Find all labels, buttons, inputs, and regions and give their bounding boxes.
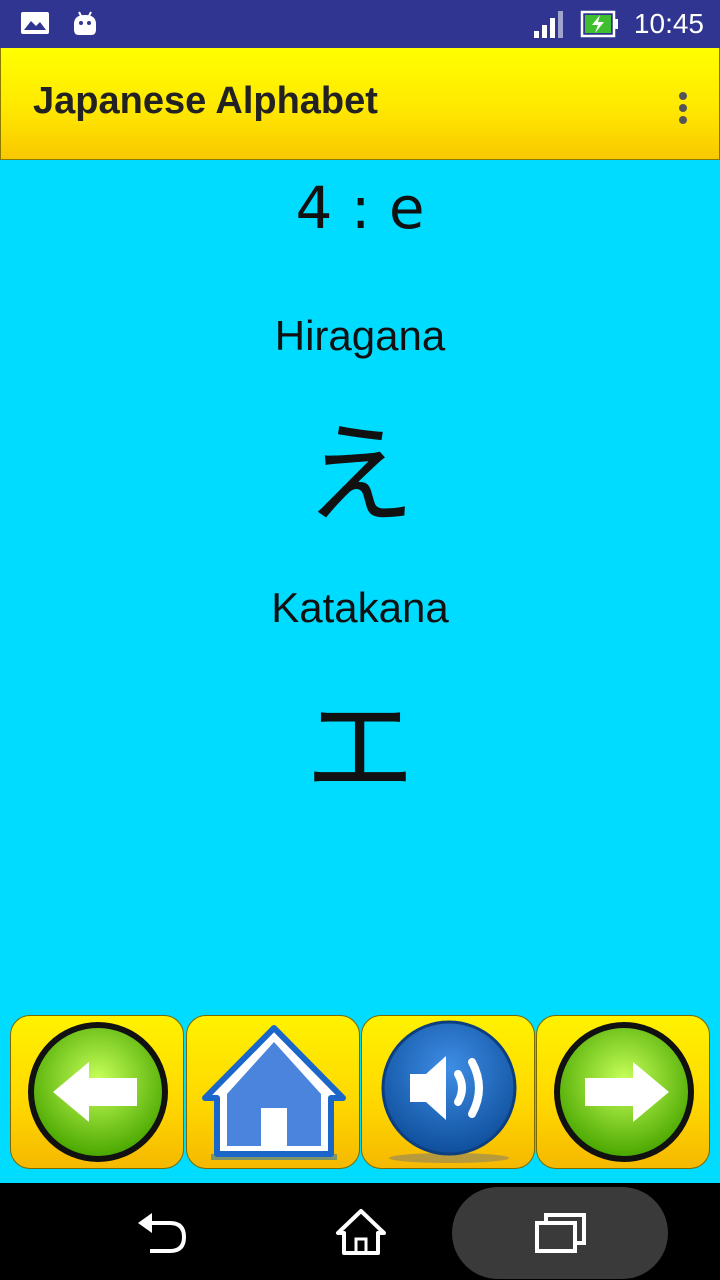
back-icon[interactable] bbox=[134, 1209, 188, 1255]
status-time: 10:45 bbox=[633, 8, 704, 39]
recent-apps-icon[interactable] bbox=[534, 1211, 588, 1255]
previous-arrow-icon bbox=[28, 1022, 168, 1162]
next-button[interactable] bbox=[536, 1015, 710, 1169]
hiragana-label: Hiragana bbox=[274, 312, 446, 359]
signal-icon bbox=[533, 11, 563, 38]
android-icon bbox=[74, 11, 96, 35]
home-icon bbox=[202, 1025, 346, 1160]
overflow-menu-icon[interactable] bbox=[677, 92, 689, 128]
previous-button[interactable] bbox=[10, 1015, 184, 1169]
katakana-character: エ bbox=[305, 684, 415, 812]
lesson-content: 4 : e Hiragana え Katakana エ bbox=[0, 160, 720, 1015]
image-icon bbox=[21, 12, 49, 34]
control-bar bbox=[0, 1015, 720, 1183]
play-sound-button[interactable] bbox=[361, 1015, 535, 1169]
next-arrow-icon bbox=[554, 1022, 694, 1162]
letter-number-label: 4 : e bbox=[295, 174, 425, 242]
speaker-icon bbox=[381, 1020, 517, 1163]
app-bar: Japanese Alphabet bbox=[0, 48, 720, 160]
status-bar: 10:45 bbox=[0, 0, 720, 48]
hiragana-character: え bbox=[305, 411, 415, 539]
katakana-label: Katakana bbox=[271, 584, 449, 631]
home-nav-icon[interactable] bbox=[334, 1207, 388, 1257]
battery-charging-icon bbox=[580, 10, 618, 38]
home-button[interactable] bbox=[186, 1015, 360, 1169]
system-navigation-bar bbox=[0, 1183, 720, 1280]
app-title: Japanese Alphabet bbox=[33, 80, 378, 122]
